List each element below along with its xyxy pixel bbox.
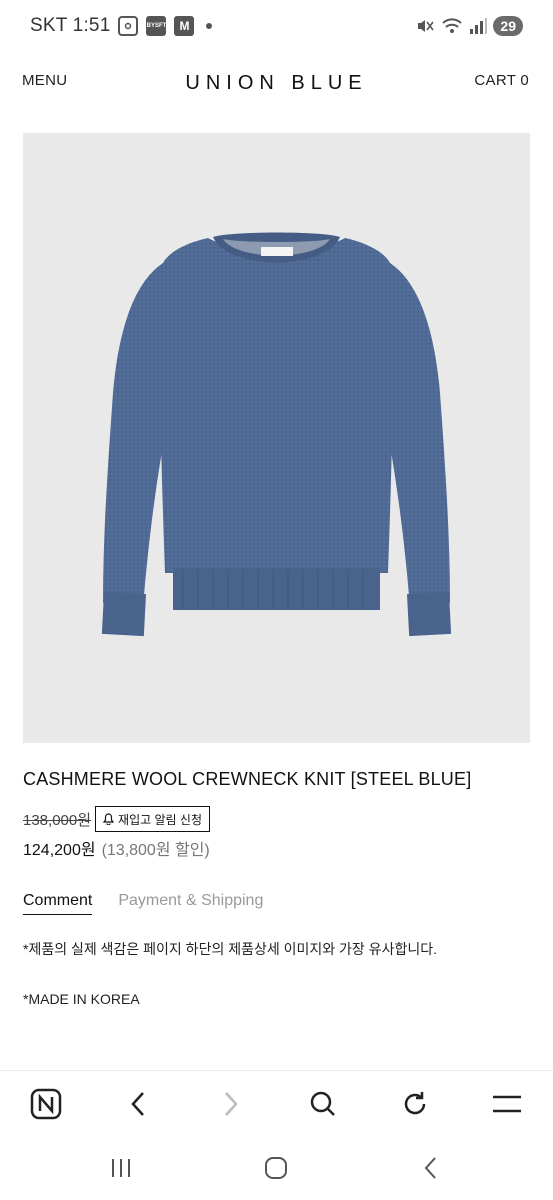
product-image[interactable]: [23, 133, 530, 743]
signal-icon: [469, 17, 488, 35]
carrier-time: SKT 1:51: [30, 15, 111, 36]
sale-price: 124,200원: [23, 842, 96, 859]
original-price: 138,000원: [23, 811, 92, 829]
system-back-icon[interactable]: [413, 1152, 449, 1184]
tab-comment[interactable]: Comment: [23, 892, 93, 915]
site-header: MENU UNION BLUE CART 0: [0, 56, 553, 116]
restock-alert-label: 재입고 알림 신청: [118, 812, 202, 827]
more-notifications-icon: [206, 23, 213, 29]
cart-link[interactable]: CART 0: [474, 72, 529, 89]
status-bar: SKT 1:51 BYSFT M 29: [0, 0, 553, 52]
naver-icon[interactable]: [27, 1085, 65, 1123]
screenshot-icon: [118, 16, 139, 36]
tab-payment-shipping[interactable]: Payment & Shipping: [118, 892, 263, 915]
restock-alert-button[interactable]: 재입고 알림 신청: [95, 806, 210, 832]
origin-notice: *MADE IN KOREA: [23, 991, 140, 1007]
product-title: CASHMERE WOOL CREWNECK KNIT [STEEL BLUE]: [23, 769, 472, 789]
status-right: 29: [415, 16, 523, 36]
search-icon[interactable]: [304, 1085, 342, 1123]
recent-apps-icon[interactable]: [103, 1152, 139, 1184]
wifi-icon: [441, 16, 463, 36]
battery-indicator: 29: [493, 16, 523, 36]
sweater-illustration: [101, 232, 452, 637]
app-notification-icon: BYSFT: [146, 16, 167, 36]
status-left: SKT 1:51 BYSFT M: [30, 15, 213, 37]
back-icon[interactable]: [119, 1085, 157, 1123]
original-price-row: 138,000원 재입고 알림 신청: [23, 806, 210, 832]
m-notification-icon: M: [174, 16, 195, 36]
forward-icon[interactable]: [212, 1085, 250, 1123]
menu-icon[interactable]: [488, 1085, 526, 1123]
browser-toolbar: [0, 1070, 553, 1136]
discount-amount: (13,800원 할인): [101, 842, 210, 859]
detail-tabs: Comment Payment & Shipping: [23, 892, 263, 915]
bell-icon: [103, 813, 115, 825]
home-icon[interactable]: [258, 1152, 294, 1184]
brand-logo[interactable]: UNION BLUE: [0, 72, 553, 95]
refresh-icon[interactable]: [396, 1085, 434, 1123]
color-notice: *제품의 실제 색감은 페이지 하단의 제품상세 이미지와 가장 유사합니다.: [23, 941, 437, 957]
system-navigation-bar: [0, 1136, 553, 1200]
mute-icon: [415, 16, 435, 36]
sale-price-row: 124,200원 (13,800원 할인): [23, 836, 210, 860]
